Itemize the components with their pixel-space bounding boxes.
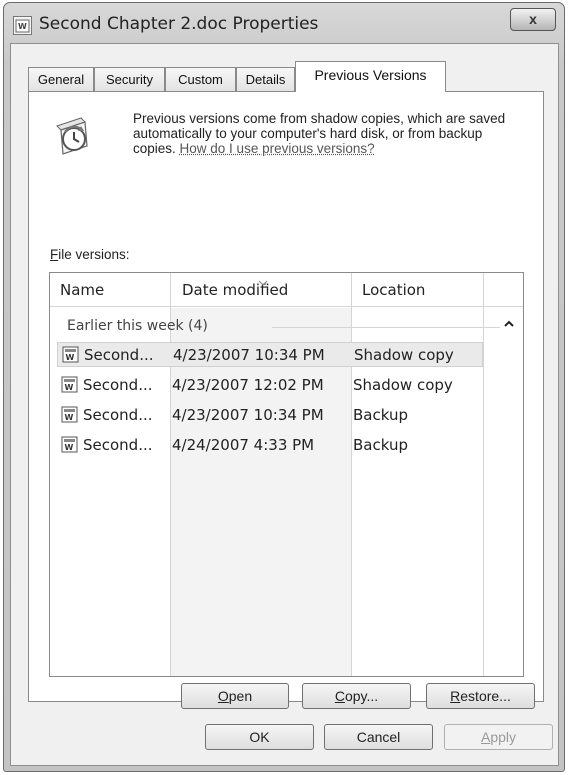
group-divider xyxy=(272,327,500,328)
open-button[interactable]: Open xyxy=(181,683,289,709)
word-document-icon: W xyxy=(13,16,32,35)
file-versions-label: File versions: xyxy=(50,247,130,262)
version-row[interactable]: W Second... 4/24/2007 4:33 PM Backup xyxy=(57,433,483,458)
apply-label: pply xyxy=(490,729,517,745)
version-date: 4/23/2007 10:34 PM xyxy=(172,406,324,424)
column-header-date-modified[interactable]: Date modified xyxy=(182,281,288,299)
version-row[interactable]: W Second... 4/23/2007 10:34 PM Backup xyxy=(57,403,483,428)
tab-custom[interactable]: Custom xyxy=(165,67,236,92)
column-separator[interactable] xyxy=(351,273,352,676)
tab-previous-versions[interactable]: Previous Versions xyxy=(295,61,446,92)
help-link[interactable]: How do I use previous versions? xyxy=(180,141,375,156)
previous-versions-panel: Previous versions come from shadow copie… xyxy=(28,91,544,709)
apply-button[interactable]: Apply xyxy=(444,724,553,750)
word-document-icon: W xyxy=(61,436,79,458)
chevron-up-icon[interactable] xyxy=(502,317,516,331)
cancel-button[interactable]: Cancel xyxy=(324,724,433,750)
svg-text:W: W xyxy=(18,22,27,31)
copy-label: opy... xyxy=(344,688,379,704)
tab-security[interactable]: Security xyxy=(94,67,165,92)
word-document-icon: W xyxy=(61,376,79,398)
version-date: 4/23/2007 12:02 PM xyxy=(172,376,324,394)
restore-label: estore... xyxy=(460,688,511,704)
version-location: Shadow copy xyxy=(353,376,453,394)
previous-versions-clock-icon xyxy=(51,112,103,169)
file-versions-label-accel: F xyxy=(50,247,59,262)
version-date: 4/23/2007 10:34 PM xyxy=(173,346,325,364)
svg-text:W: W xyxy=(65,383,74,392)
title-bar[interactable]: W Second Chapter 2.doc Properties x xyxy=(4,3,564,47)
copy-button[interactable]: Copy... xyxy=(302,683,411,709)
close-button[interactable]: x xyxy=(510,8,556,31)
properties-window: W Second Chapter 2.doc Properties x Gene… xyxy=(3,2,565,772)
copy-accel: C xyxy=(334,688,345,704)
version-location: Backup xyxy=(353,436,408,454)
apply-accel: A xyxy=(480,729,491,745)
file-versions-list[interactable]: Name Date modified Location Earlier this… xyxy=(49,272,524,677)
version-name: Second... xyxy=(83,376,153,394)
ok-button[interactable]: OK xyxy=(205,724,314,750)
sort-descending-icon xyxy=(258,273,268,291)
word-document-icon: W xyxy=(62,346,80,368)
dialog-client-area: General Security Custom Details Previous… xyxy=(10,43,559,766)
tab-general[interactable]: General xyxy=(28,67,94,92)
version-row[interactable]: W Second... 4/23/2007 12:02 PM Shadow co… xyxy=(57,373,483,398)
version-name: Second... xyxy=(83,406,153,424)
restore-button[interactable]: Restore... xyxy=(426,683,535,709)
svg-text:W: W xyxy=(65,413,74,422)
tab-details[interactable]: Details xyxy=(236,67,295,92)
info-description: Previous versions come from shadow copie… xyxy=(133,111,528,156)
column-separator[interactable] xyxy=(483,273,484,676)
open-label: pen xyxy=(228,688,253,704)
version-row[interactable]: W Second... 4/23/2007 10:34 PM Shadow co… xyxy=(57,342,483,367)
file-versions-label-text: ile versions: xyxy=(58,247,130,262)
column-header-name[interactable]: Name xyxy=(60,281,104,299)
group-header[interactable]: Earlier this week (4) xyxy=(67,318,208,334)
open-accel: O xyxy=(217,688,229,704)
window-title: Second Chapter 2.doc Properties xyxy=(39,14,319,34)
version-name: Second... xyxy=(83,436,153,454)
word-document-icon: W xyxy=(61,406,79,428)
list-header: Name Date modified Location xyxy=(50,273,523,307)
version-location: Backup xyxy=(353,406,408,424)
version-name: Second... xyxy=(84,346,154,364)
version-date: 4/24/2007 4:33 PM xyxy=(172,436,315,454)
version-location: Shadow copy xyxy=(354,346,454,364)
svg-text:W: W xyxy=(66,353,75,362)
restore-accel: R xyxy=(450,688,461,704)
column-header-location[interactable]: Location xyxy=(362,281,425,299)
svg-text:W: W xyxy=(65,443,74,452)
